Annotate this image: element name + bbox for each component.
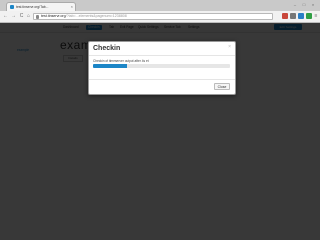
- home-icon[interactable]: ⌂: [25, 13, 32, 20]
- favicon-icon: [10, 5, 14, 9]
- tab-title: test.tinservr.org/Tab...: [16, 5, 49, 9]
- back-icon[interactable]: ←: [2, 13, 9, 20]
- minimize-icon[interactable]: –: [292, 2, 298, 7]
- progress-bar-fill: [93, 64, 128, 68]
- progress-bar: [93, 64, 230, 68]
- extension-icon[interactable]: [306, 13, 312, 19]
- extension-icon[interactable]: [298, 13, 304, 19]
- maximize-icon[interactable]: □: [301, 2, 307, 7]
- extension-icon[interactable]: [290, 13, 296, 19]
- menu-icon[interactable]: ≡: [313, 13, 319, 20]
- forward-icon[interactable]: →: [10, 13, 17, 20]
- address-bar[interactable]: test.tinservr.org/?tab=...elements&pagen…: [33, 13, 273, 20]
- checkin-dialog: Checkin × Checkin of timeserver output a…: [88, 41, 236, 95]
- browser-toolbar: ← → C ⌂ test.tinservr.org/?tab=...elemen…: [0, 11, 320, 23]
- divider: [89, 79, 235, 80]
- page-info-icon[interactable]: [36, 15, 39, 19]
- url-path: /?tab=...elements&pagenum=1238808: [65, 14, 127, 18]
- dialog-message: Checkin of timeserver output after 4s et: [93, 59, 149, 63]
- reload-icon[interactable]: C: [18, 13, 25, 20]
- divider: [89, 55, 235, 56]
- extension-icon[interactable]: [282, 13, 288, 19]
- tab-close-icon[interactable]: ×: [71, 3, 73, 11]
- close-icon[interactable]: ×: [228, 44, 231, 50]
- dialog-title: Checkin: [93, 45, 121, 52]
- url-host: test.tinservr.org: [41, 14, 66, 18]
- window-close-icon[interactable]: ×: [310, 2, 316, 7]
- close-button[interactable]: Close: [214, 83, 230, 90]
- browser-tab[interactable]: test.tinservr.org/Tab... ×: [6, 2, 76, 11]
